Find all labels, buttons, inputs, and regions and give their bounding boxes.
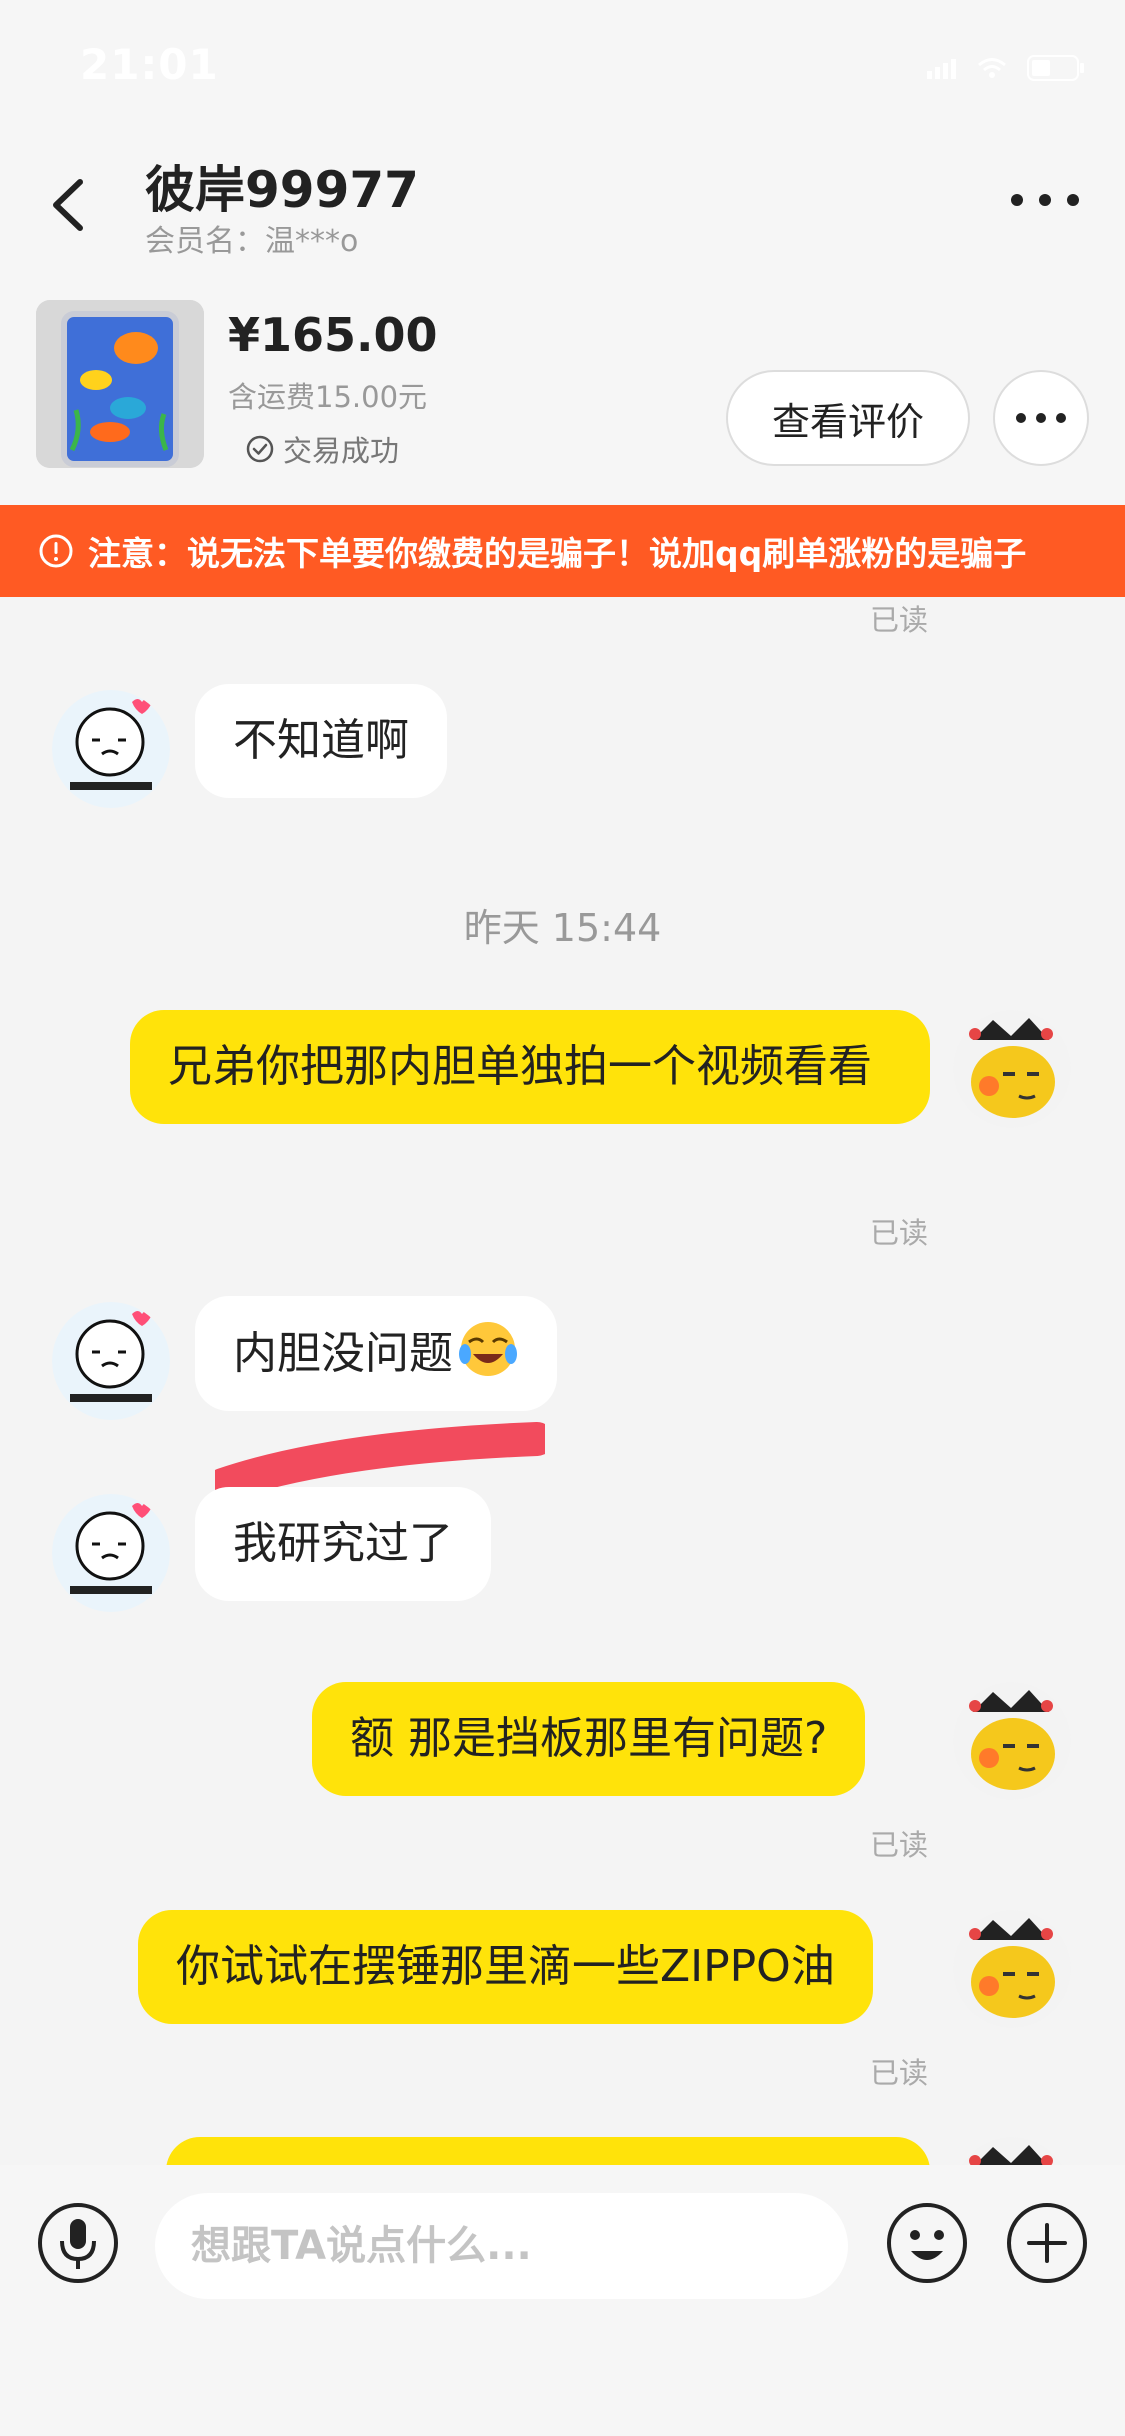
- plus-icon[interactable]: [1005, 2201, 1089, 2285]
- product-image: [36, 300, 204, 468]
- read-receipt: 已读: [870, 603, 929, 637]
- order-status: 交易成功: [245, 428, 399, 470]
- order-card: ¥165.00 含运费15.00元 交易成功 查看评价: [0, 270, 1125, 505]
- message-bubble-incoming[interactable]: 不知道啊: [195, 684, 447, 798]
- wifi-icon: [978, 58, 1006, 78]
- read-receipt: 已读: [870, 1216, 929, 1250]
- chat-timestamp: 昨天 15:44: [463, 906, 662, 950]
- order-more-button[interactable]: [993, 370, 1089, 466]
- message-list[interactable]: 已读 不知道啊 昨天 15:44 兄弟你把那内胆单独拍一个视频看看 已读 内胆没…: [0, 597, 1125, 2165]
- message-bubble-incoming[interactable]: 内胆没问题: [195, 1296, 557, 1411]
- status-time: 21:01: [80, 40, 219, 89]
- message-bubble-incoming[interactable]: 我研究过了: [195, 1487, 491, 1601]
- check-circle-icon: [246, 435, 274, 463]
- member-name: 会员名：温***o: [145, 224, 359, 259]
- more-dots-icon[interactable]: [1005, 175, 1085, 225]
- contact-avatar[interactable]: [52, 690, 170, 808]
- chat-screen: 21:01 彼岸99977 会员名：温***o ¥165.00 含运费15.00…: [0, 0, 1125, 2436]
- emoji-icon[interactable]: [885, 2201, 969, 2285]
- contact-avatar[interactable]: [52, 1302, 170, 1420]
- battery-icon: [1027, 55, 1084, 81]
- laugh-cry-emoji-icon: [459, 1322, 517, 1376]
- user-avatar[interactable]: [953, 1682, 1071, 1800]
- contact-avatar[interactable]: [52, 1494, 170, 1612]
- back-icon[interactable]: [40, 170, 100, 240]
- view-review-button[interactable]: 查看评价: [726, 370, 970, 466]
- shipping-fee: 含运费15.00元: [228, 380, 428, 414]
- user-avatar[interactable]: [953, 1010, 1071, 1128]
- status-bar: 21:01: [0, 0, 1125, 130]
- status-icons: [927, 55, 1085, 81]
- warning-text: 注意：说无法下单要你缴费的是骗子！说加qq刷单涨粉的是骗子: [88, 534, 1027, 573]
- user-avatar[interactable]: [953, 2137, 1071, 2165]
- message-bubble-outgoing-partial[interactable]: [166, 2137, 930, 2165]
- microphone-icon[interactable]: [36, 2201, 120, 2285]
- input-bar: [0, 2165, 1125, 2436]
- user-avatar[interactable]: [953, 1910, 1071, 2028]
- chat-header: 彼岸99977 会员名：温***o: [0, 130, 1125, 270]
- read-receipt: 已读: [870, 2056, 929, 2090]
- message-bubble-outgoing[interactable]: 额 那是挡板那里有问题?: [312, 1682, 866, 1796]
- message-bubble-outgoing[interactable]: 你试试在摆锤那里滴一些ZIPPO油: [138, 1910, 873, 2024]
- product-thumbnail[interactable]: [36, 300, 204, 468]
- alert-circle-icon: [39, 534, 73, 568]
- message-input[interactable]: [155, 2193, 848, 2299]
- more-dots-icon: [1016, 413, 1066, 423]
- order-status-label: 交易成功: [283, 434, 400, 468]
- message-text: 内胆没问题: [233, 1328, 453, 1379]
- signal-icon: [927, 59, 956, 79]
- message-bubble-outgoing[interactable]: 兄弟你把那内胆单独拍一个视频看看: [130, 1010, 930, 1124]
- contact-name: 彼岸99977: [145, 161, 419, 219]
- fraud-warning-banner: 注意：说无法下单要你缴费的是骗子！说加qq刷单涨粉的是骗子: [0, 505, 1125, 597]
- order-price: ¥165.00: [228, 308, 438, 362]
- read-receipt: 已读: [870, 1828, 929, 1862]
